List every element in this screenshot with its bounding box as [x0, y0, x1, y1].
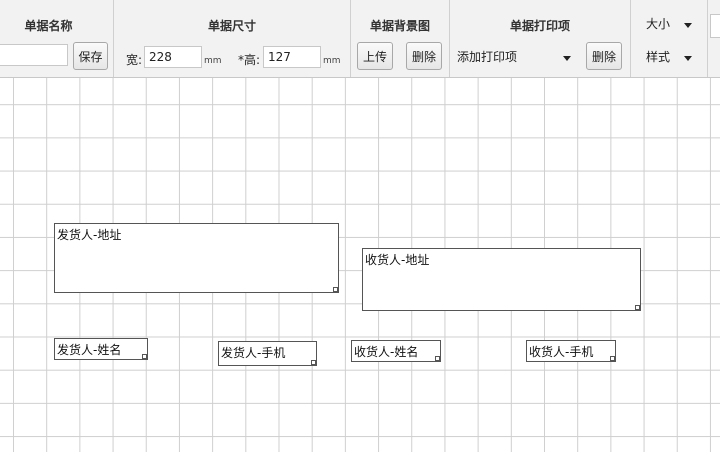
size-section: 单据尺寸 宽: 228 mm *高: 127 mm [114, 0, 351, 77]
resize-handle[interactable] [435, 356, 440, 361]
chevron-down-icon [684, 23, 692, 28]
design-canvas[interactable]: 发货人-地址 收货人-地址 发货人-姓名 发货人-手机 收货人-姓名 收货人-手… [0, 78, 720, 452]
name-section: 单据名称 保存 [0, 0, 114, 77]
add-print-item-select[interactable]: 添加打印项 [453, 45, 575, 69]
bill-name-input[interactable] [0, 44, 68, 66]
resize-handle[interactable] [311, 360, 316, 365]
delete-background-button[interactable]: 删除 [406, 42, 442, 70]
field-receiver-phone[interactable]: 收货人-手机 [526, 340, 616, 362]
width-unit: mm [204, 56, 222, 66]
style-section: 大小 样式 [631, 0, 708, 77]
chevron-down-icon [684, 56, 692, 61]
field-sender-name[interactable]: 发货人-姓名 [54, 338, 148, 360]
font-size-select[interactable]: 大小 [642, 12, 698, 36]
field-label: 发货人-姓名 [57, 343, 122, 357]
field-sender-address[interactable]: 发货人-地址 [54, 223, 339, 293]
width-input[interactable]: 228 [144, 46, 202, 68]
font-style-select[interactable]: 样式 [642, 45, 698, 69]
field-label: 发货人-手机 [221, 346, 286, 360]
name-section-title: 单据名称 [24, 19, 73, 33]
field-sender-phone[interactable]: 发货人-手机 [218, 341, 317, 366]
resize-handle[interactable] [333, 287, 338, 292]
background-section: 单据背景图 上传 删除 [351, 0, 450, 77]
add-print-item-select-value: 添加打印项 [457, 50, 518, 64]
resize-handle[interactable] [635, 305, 640, 310]
field-label: 发货人-地址 [57, 228, 122, 242]
field-label: 收货人-手机 [529, 345, 594, 359]
print-items-section-title: 单据打印项 [509, 19, 570, 33]
height-label: *高: [238, 53, 261, 67]
toolbar-overflow-control[interactable] [710, 14, 720, 38]
print-items-section: 单据打印项 添加打印项 删除 [450, 0, 631, 77]
upload-background-button[interactable]: 上传 [357, 42, 393, 70]
field-receiver-name[interactable]: 收货人-姓名 [351, 340, 441, 362]
chevron-down-icon [563, 56, 571, 61]
resize-handle[interactable] [142, 354, 147, 359]
height-input[interactable]: 127 [263, 46, 321, 68]
delete-print-item-button[interactable]: 删除 [586, 42, 622, 70]
font-size-select-value: 大小 [646, 17, 671, 31]
save-button[interactable]: 保存 [73, 42, 108, 70]
toolbar: 单据名称 保存 单据尺寸 宽: 228 mm *高: 127 mm 单据背景图 … [0, 0, 720, 78]
width-label: 宽: [126, 53, 143, 67]
field-label: 收货人-姓名 [354, 345, 419, 359]
background-section-title: 单据背景图 [369, 19, 430, 33]
height-unit: mm [323, 56, 341, 66]
field-label: 收货人-地址 [365, 253, 430, 267]
size-section-title: 单据尺寸 [207, 19, 256, 33]
resize-handle[interactable] [610, 356, 615, 361]
field-receiver-address[interactable]: 收货人-地址 [362, 248, 641, 311]
font-style-select-value: 样式 [646, 50, 671, 64]
